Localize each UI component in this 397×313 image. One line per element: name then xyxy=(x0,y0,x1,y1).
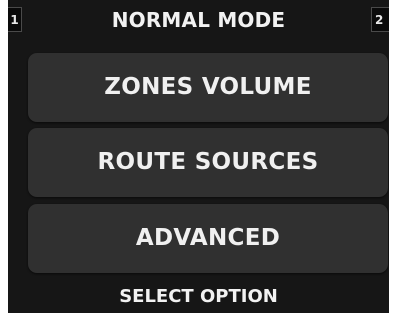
route-sources-button[interactable]: ROUTE SOURCES xyxy=(28,128,388,197)
status-prompt: SELECT OPTION xyxy=(119,286,278,307)
page-indicator-right[interactable]: 2 xyxy=(371,7,389,32)
device-screen: 1 NORMAL MODE 2 ZONES VOLUME ROUTE SOURC… xyxy=(8,0,389,313)
advanced-button[interactable]: ADVANCED xyxy=(28,204,388,273)
mode-title: NORMAL MODE xyxy=(111,8,286,32)
zones-volume-button[interactable]: ZONES VOLUME xyxy=(28,53,388,122)
